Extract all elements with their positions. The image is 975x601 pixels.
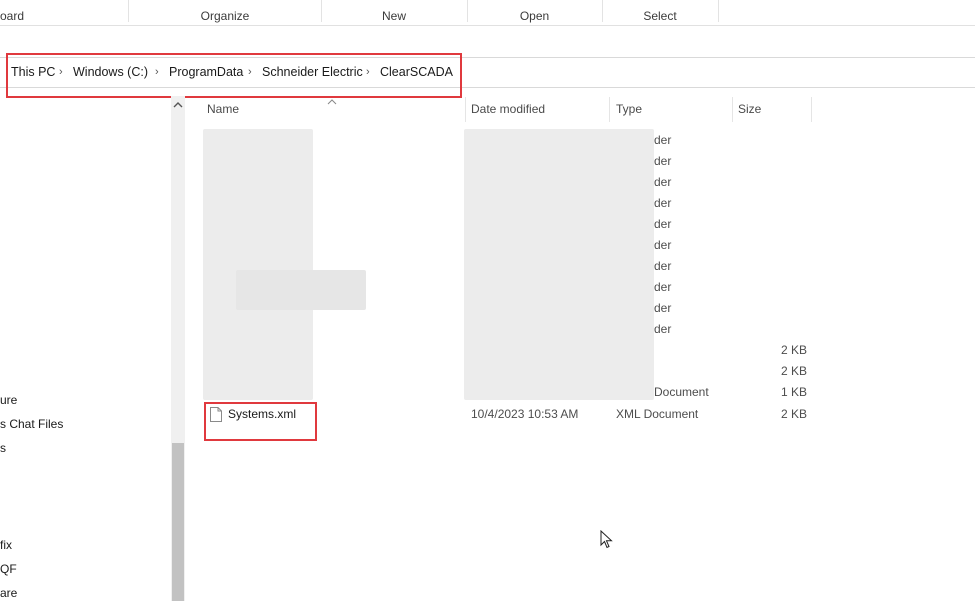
row-type: der bbox=[654, 175, 672, 189]
address-highlight-box bbox=[6, 53, 462, 98]
nav-item[interactable]: fix bbox=[0, 538, 12, 552]
file-type: XML Document bbox=[616, 407, 699, 421]
nav-item[interactable]: ure bbox=[0, 393, 17, 407]
file-date-modified: 10/4/2023 10:53 AM bbox=[471, 407, 579, 421]
column-divider[interactable] bbox=[609, 97, 610, 122]
row-type: Document bbox=[654, 385, 709, 399]
column-header-type[interactable]: Type bbox=[616, 97, 642, 122]
nav-item[interactable]: s bbox=[0, 441, 6, 455]
row-size: 1 KB bbox=[781, 385, 808, 399]
ribbon-group-open[interactable]: Open bbox=[468, 0, 601, 25]
row-type: der bbox=[654, 322, 672, 336]
mouse-cursor-icon bbox=[600, 529, 614, 550]
file-list-partial: der der der der der der der der der der … bbox=[200, 129, 820, 403]
row-type: der bbox=[654, 238, 672, 252]
column-header-date-modified[interactable]: Date modified bbox=[471, 97, 545, 122]
row-type: der bbox=[654, 154, 672, 168]
nav-scrollbar-thumb[interactable] bbox=[172, 443, 184, 601]
file-size: 2 KB bbox=[781, 407, 808, 421]
file-highlight-box bbox=[204, 402, 317, 441]
scroll-up-arrow-icon[interactable] bbox=[173, 99, 183, 109]
row-type: der bbox=[654, 133, 672, 147]
row-type: der bbox=[654, 217, 672, 231]
row-size: 2 KB bbox=[781, 343, 808, 357]
nav-item[interactable]: s Chat Files bbox=[0, 417, 63, 431]
row-size: 2 KB bbox=[781, 364, 808, 378]
column-header-size[interactable]: Size bbox=[738, 97, 761, 122]
ribbon-group-clipboard[interactable]: oard bbox=[0, 0, 40, 25]
row-type: der bbox=[654, 196, 672, 210]
row-type: der bbox=[654, 259, 672, 273]
ribbon-separator bbox=[718, 0, 719, 22]
column-divider[interactable] bbox=[811, 97, 812, 122]
ribbon-group-organize[interactable]: Organize bbox=[130, 0, 320, 25]
ribbon-group-new[interactable]: New bbox=[322, 0, 466, 25]
sort-ascending-icon bbox=[327, 94, 337, 105]
ribbon-group-select[interactable]: Select bbox=[603, 0, 717, 25]
ribbon-separator bbox=[128, 0, 129, 22]
column-divider[interactable] bbox=[732, 97, 733, 122]
nav-item[interactable]: are bbox=[0, 586, 17, 600]
navigation-pane: ure s Chat Files s fix QF are bbox=[0, 96, 171, 601]
ribbon: oard Organize New Open Select bbox=[0, 0, 975, 26]
nav-item[interactable]: QF bbox=[0, 562, 17, 576]
row-type: der bbox=[654, 301, 672, 315]
column-divider[interactable] bbox=[465, 97, 466, 122]
row-type: der bbox=[654, 280, 672, 294]
column-header-name[interactable]: Name bbox=[207, 97, 239, 122]
